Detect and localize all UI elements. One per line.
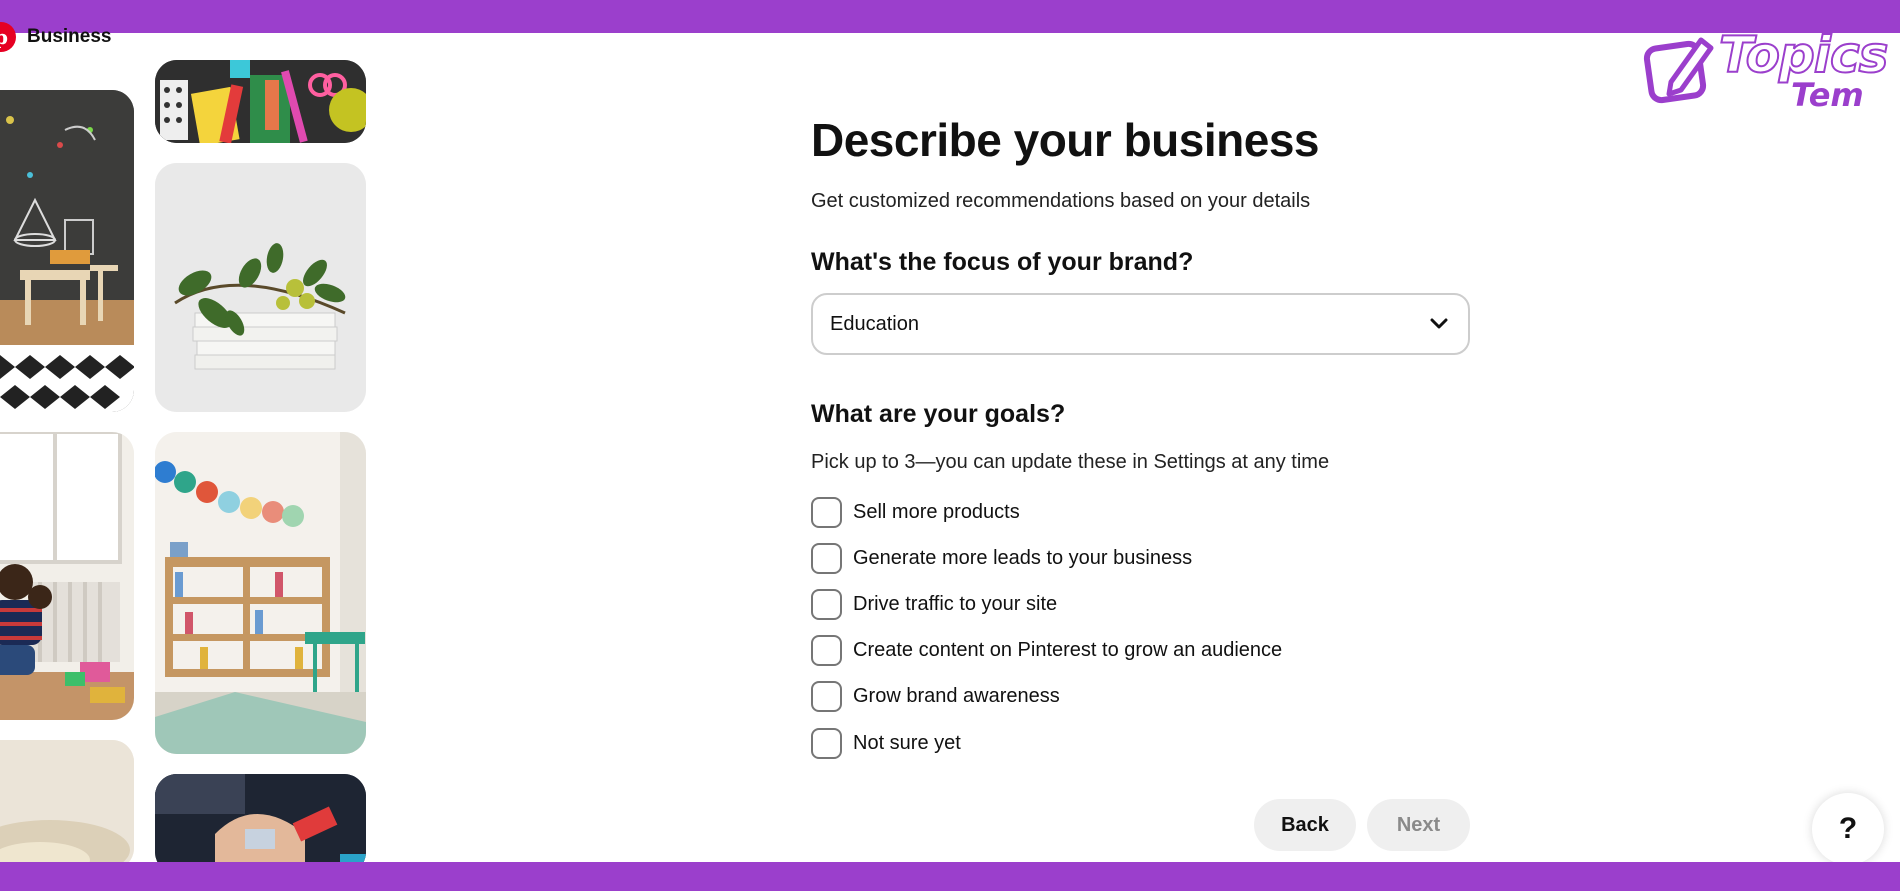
page-title: Describe your business (811, 114, 1319, 166)
books-plant-image (155, 163, 366, 412)
goal-option[interactable]: Drive traffic to your site (811, 588, 1057, 620)
goal-checkbox[interactable] (811, 680, 842, 712)
goal-label: Not sure yet (853, 731, 961, 754)
goal-checkbox[interactable] (811, 496, 842, 528)
help-button[interactable]: ? (1812, 793, 1884, 865)
goal-option[interactable]: Not sure yet (811, 727, 961, 759)
hands-crafting-image (155, 774, 366, 874)
chevron-down-icon (1430, 318, 1448, 329)
goal-checkbox[interactable] (811, 727, 842, 759)
page-subtitle: Get customized recommendations based on … (811, 190, 1311, 212)
pinterest-logo-icon: p (0, 22, 16, 52)
stationery-supplies-image (155, 60, 366, 143)
goal-label: Sell more products (853, 500, 1020, 523)
focus-heading: What's the focus of your brand? (811, 248, 1194, 276)
goal-checkbox[interactable] (811, 588, 842, 620)
blurred-object-image (0, 740, 134, 870)
classroom-chalkboard-image (0, 90, 134, 412)
goal-label: Generate more leads to your business (853, 546, 1193, 569)
top-accent-bar (0, 0, 1900, 33)
next-button[interactable]: Next (1367, 799, 1470, 851)
brand-header[interactable]: p Business (0, 22, 112, 52)
goal-option[interactable]: Grow brand awareness (811, 680, 1060, 712)
brand-focus-value: Education (830, 312, 919, 335)
kids-playing-image (0, 432, 134, 720)
page: p Business Describe your business Get cu… (0, 0, 1900, 891)
goal-checkbox[interactable] (811, 542, 842, 574)
back-button[interactable]: Back (1254, 799, 1356, 851)
bottom-accent-bar (0, 862, 1900, 891)
goal-option[interactable]: Create content on Pinterest to grow an a… (811, 634, 1282, 666)
topics-watermark: Topics Tem (1643, 25, 1889, 114)
brand-name: Business (27, 26, 112, 47)
goal-option[interactable]: Generate more leads to your business (811, 542, 1192, 574)
goal-label: Grow brand awareness (853, 684, 1060, 707)
goal-label: Drive traffic to your site (853, 592, 1058, 615)
edit-pencil-icon (1643, 37, 1714, 104)
goal-checkbox[interactable] (811, 634, 842, 666)
goal-option[interactable]: Sell more products (811, 496, 1020, 528)
goal-label: Create content on Pinterest to grow an a… (853, 638, 1283, 661)
goals-heading: What are your goals? (811, 400, 1066, 428)
goals-hint: Pick up to 3—you can update these in Set… (811, 451, 1330, 473)
kids-room-shelf-image (155, 432, 366, 754)
watermark-sub: Tem (1791, 76, 1864, 114)
brand-focus-select[interactable]: Education (811, 293, 1470, 355)
